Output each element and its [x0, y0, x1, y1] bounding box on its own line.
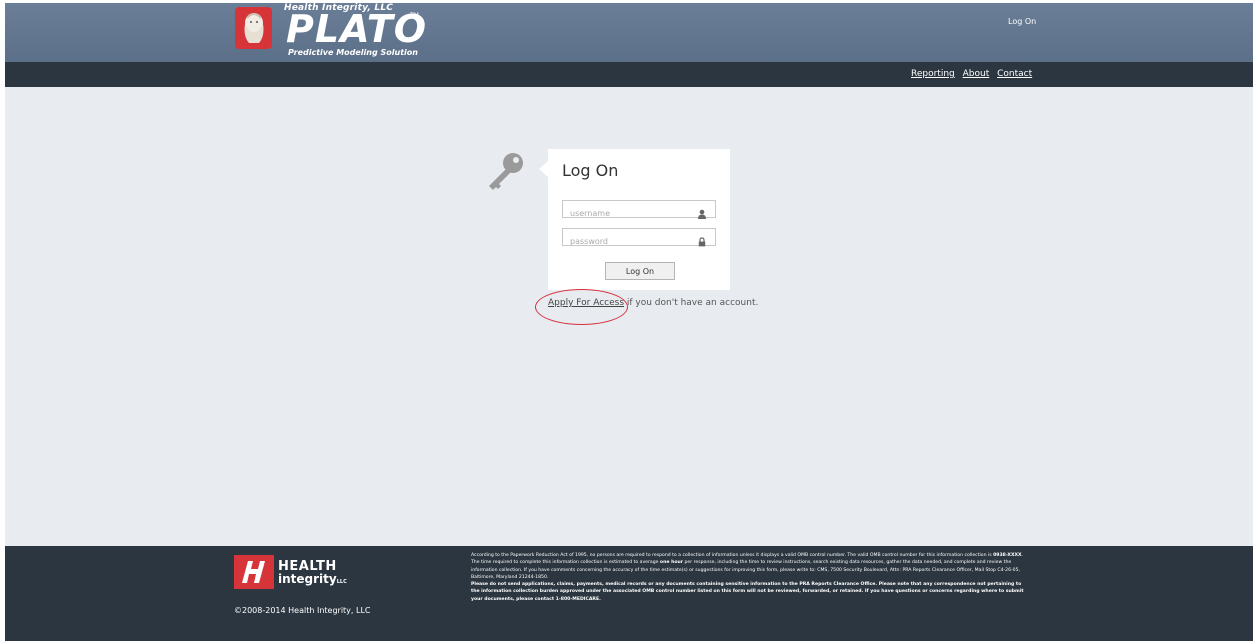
brand-word: integrity: [278, 572, 337, 586]
plato-bust-icon: [235, 7, 272, 49]
product-tagline: Predictive Modeling Solution: [288, 48, 418, 57]
login-title: Log On: [562, 161, 619, 180]
copyright-text: ©2008-2014 Health Integrity, LLC: [234, 606, 371, 615]
user-icon: [697, 204, 707, 219]
annotation-circle: [535, 289, 628, 325]
trademark-mark: TM: [410, 12, 419, 19]
nav-links: Reporting About Contact: [911, 69, 1037, 79]
notice-warning: Please do not send applications, claims,…: [471, 582, 1024, 602]
brand-suffix: LLC: [336, 579, 347, 585]
password-input[interactable]: [563, 233, 698, 250]
product-name: PLATO: [286, 7, 428, 51]
plato-logo[interactable]: Health Integrity, LLC PLATO TM Predictiv…: [234, 3, 428, 61]
time-estimate: one hour: [659, 560, 684, 566]
header-logon-link[interactable]: Log On: [1008, 17, 1036, 26]
apply-access-suffix: if you don't have an account.: [624, 298, 759, 308]
nav-contact-link[interactable]: Contact: [997, 69, 1032, 79]
logon-button[interactable]: Log On: [605, 262, 675, 280]
nav-reporting-link[interactable]: Reporting: [911, 69, 955, 79]
username-input[interactable]: [563, 205, 698, 222]
app-frame: Health Integrity, LLC PLATO TM Predictiv…: [5, 3, 1253, 641]
omb-number: 0938-XXXX: [993, 553, 1022, 558]
pra-notice: According to the Paperwork Reduction Act…: [471, 552, 1031, 603]
nav-about-link[interactable]: About: [963, 69, 990, 79]
lock-icon: [697, 232, 707, 247]
key-icon: [483, 152, 525, 194]
health-integrity-h-icon: [234, 555, 274, 589]
top-header: Health Integrity, LLC PLATO TM Predictiv…: [5, 3, 1253, 62]
notice-part: According to the Paperwork Reduction Act…: [471, 553, 994, 558]
footer: HEALTH integrityLLC ©2008-2014 Health In…: [5, 546, 1253, 641]
username-field[interactable]: [562, 200, 716, 222]
nav-bar: Reporting About Contact: [5, 62, 1253, 87]
brand-line-2: integrityLLC: [278, 572, 347, 586]
health-integrity-logo: HEALTH integrityLLC: [234, 555, 347, 589]
login-panel: Log On Log On: [539, 149, 730, 290]
password-field[interactable]: [562, 228, 716, 250]
